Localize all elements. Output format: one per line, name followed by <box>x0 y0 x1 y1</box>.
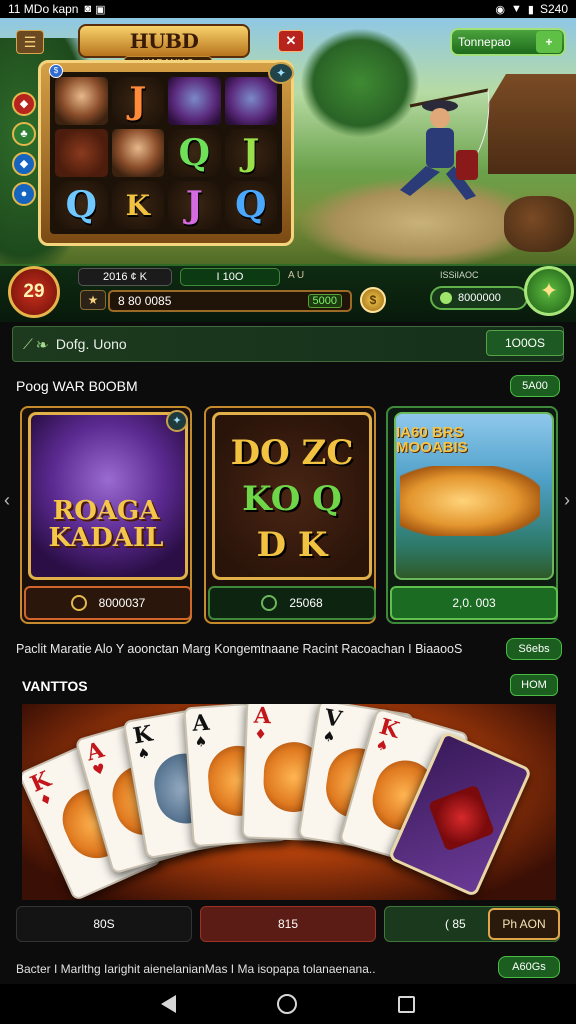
card-game-banner[interactable]: K ♦ A ♥ K ♠ A ♠ A ♦ V ♠ K ♠ <box>22 704 556 900</box>
menu-icon: ☰ <box>23 34 37 50</box>
game-card-value: 8000037 <box>98 596 146 610</box>
notice-text: Dofg. Uono <box>55 336 127 352</box>
card-symbols-line: KO Q <box>242 479 342 519</box>
recents-icon[interactable] <box>398 995 416 1013</box>
footer-ticker: Bacter I Marlthg Iarighit aienelanianMas… <box>16 962 376 976</box>
slot-symbol-beans <box>55 129 108 177</box>
coin-icon: $ <box>49 64 63 78</box>
bet-button[interactable]: 815 <box>200 906 376 942</box>
balance-value: 8 80 0085 <box>118 294 172 308</box>
gem-icon <box>440 292 452 304</box>
side-button-4[interactable]: ● <box>12 182 36 206</box>
close-button[interactable]: ✕ <box>278 30 304 52</box>
side-button-3[interactable]: ◆ <box>12 152 36 176</box>
coin-icon <box>70 595 87 611</box>
hut-illustration <box>488 74 576 174</box>
system-nav-bar <box>0 984 576 1024</box>
wifi-icon: ▼ <box>511 3 522 15</box>
scroll-left-icon[interactable]: ‹ <box>4 490 10 511</box>
slot-symbol-j: J <box>224 129 277 177</box>
right-label: ISSiIAOC <box>440 270 479 280</box>
app-icon: ▣ <box>95 3 106 16</box>
balance-bar: 8 80 0085 5000 <box>108 290 352 312</box>
fish-illustration <box>400 466 540 536</box>
side-menu: ◆ ♣ ◆ ● <box>12 92 38 206</box>
wallet-value: 8000000 <box>458 292 501 304</box>
pot-illustration <box>504 196 574 252</box>
side-button-2[interactable]: ♣ <box>12 122 36 146</box>
game-card-value: 25068 <box>289 596 323 610</box>
footer-button[interactable]: A60Gs <box>498 956 560 978</box>
fisherman-illustration <box>400 88 490 200</box>
battery-icon: ▮ <box>527 3 534 16</box>
slot-symbol-witch <box>168 77 221 125</box>
notice-bar: ⟋ ❧ Dofg. Uono <box>12 326 564 362</box>
announcement-ticker: Paclit Maratie Alo Y aoonctan Marg Konge… <box>16 642 463 656</box>
slot-symbol-k: K <box>111 181 164 229</box>
slot-symbol-j: J <box>111 77 164 125</box>
close-icon: ✕ <box>285 33 297 48</box>
slot-symbol-q: Q <box>224 181 277 229</box>
leaf-icon: ⟋ ❧ <box>23 335 48 352</box>
status-text: 11 MDo kapn <box>8 2 79 16</box>
game-card-title: ROAGA KADAIL <box>48 496 164 553</box>
ticker-button[interactable]: S6ebs <box>506 638 562 660</box>
notification-icon: ◙ <box>84 3 92 15</box>
game-card[interactable]: DO ZC KO Q D K 25068 <box>204 406 376 624</box>
slot-symbol-j: J <box>168 181 221 229</box>
star-icon[interactable]: ✦ <box>268 62 294 84</box>
game-logo: HUBD DIDENSIA <box>78 24 250 83</box>
status-bar: 11 MDo kapn ◙ ▣ ◉ ▼ ▮ S240 <box>0 0 576 18</box>
spin-button[interactable]: ✦ <box>524 266 574 316</box>
game-card-footer[interactable]: 2,0. 003 <box>390 586 558 620</box>
top-pill-label: Tonnepao <box>458 35 511 49</box>
section-title: Poog WAR B0OBM <box>16 378 138 394</box>
slot-reels[interactable]: J Q J Q K J Q <box>38 60 294 246</box>
stat-pill: I 10O <box>180 268 280 286</box>
game-card-title: IA60 BRS MOOABIS <box>396 424 468 456</box>
wallet-pill[interactable]: 8000000 <box>430 286 528 310</box>
bet-button[interactable]: 80S <box>16 906 192 942</box>
pin-icon <box>261 595 278 611</box>
star-icon[interactable]: ★ <box>80 290 106 310</box>
game-card-footer[interactable]: 25068 <box>208 586 376 620</box>
game-card-art: DO ZC KO Q D K <box>212 412 372 580</box>
plus-icon[interactable]: + <box>536 31 562 53</box>
star-icon[interactable]: ✦ <box>166 410 188 432</box>
section-title: VANTTOS <box>22 678 88 694</box>
balance-green-value: 5000 <box>307 294 342 308</box>
slot-symbol-q: Q <box>55 181 108 229</box>
slot-symbol-explorer <box>55 77 108 125</box>
spin-icon: ✦ <box>539 278 559 303</box>
location-icon: ◉ <box>495 3 506 16</box>
scroll-right-icon[interactable]: › <box>564 490 570 511</box>
notice-button[interactable]: 1O0OS <box>486 330 564 356</box>
section-button[interactable]: HOM <box>510 674 558 696</box>
menu-button[interactable]: ☰ <box>16 30 44 54</box>
side-button-1[interactable]: ◆ <box>12 92 36 116</box>
home-icon[interactable] <box>276 994 297 1014</box>
card-symbols-line: DO ZC <box>230 433 354 473</box>
card-symbols-line: D K <box>256 525 328 565</box>
stat-pill: 2016 ¢ K <box>78 268 172 286</box>
clock: S240 <box>539 2 568 16</box>
coin-button[interactable]: $ <box>360 287 386 313</box>
top-balance-button[interactable]: Tonnepao + <box>450 28 566 56</box>
section-pill-button[interactable]: 5A00 <box>510 375 560 397</box>
slot-symbol-farmer <box>111 129 164 177</box>
play-button[interactable]: Ph AON <box>488 908 560 940</box>
slot-symbol-q: Q <box>168 129 221 177</box>
back-icon[interactable] <box>160 995 176 1013</box>
slot-symbol-witch <box>224 77 277 125</box>
game-card-footer[interactable]: 8000037 <box>24 586 192 620</box>
stat-label: A U <box>288 270 305 281</box>
game-card-value: 2,0. 003 <box>452 596 496 610</box>
level-badge[interactable]: 29 <box>8 266 60 318</box>
